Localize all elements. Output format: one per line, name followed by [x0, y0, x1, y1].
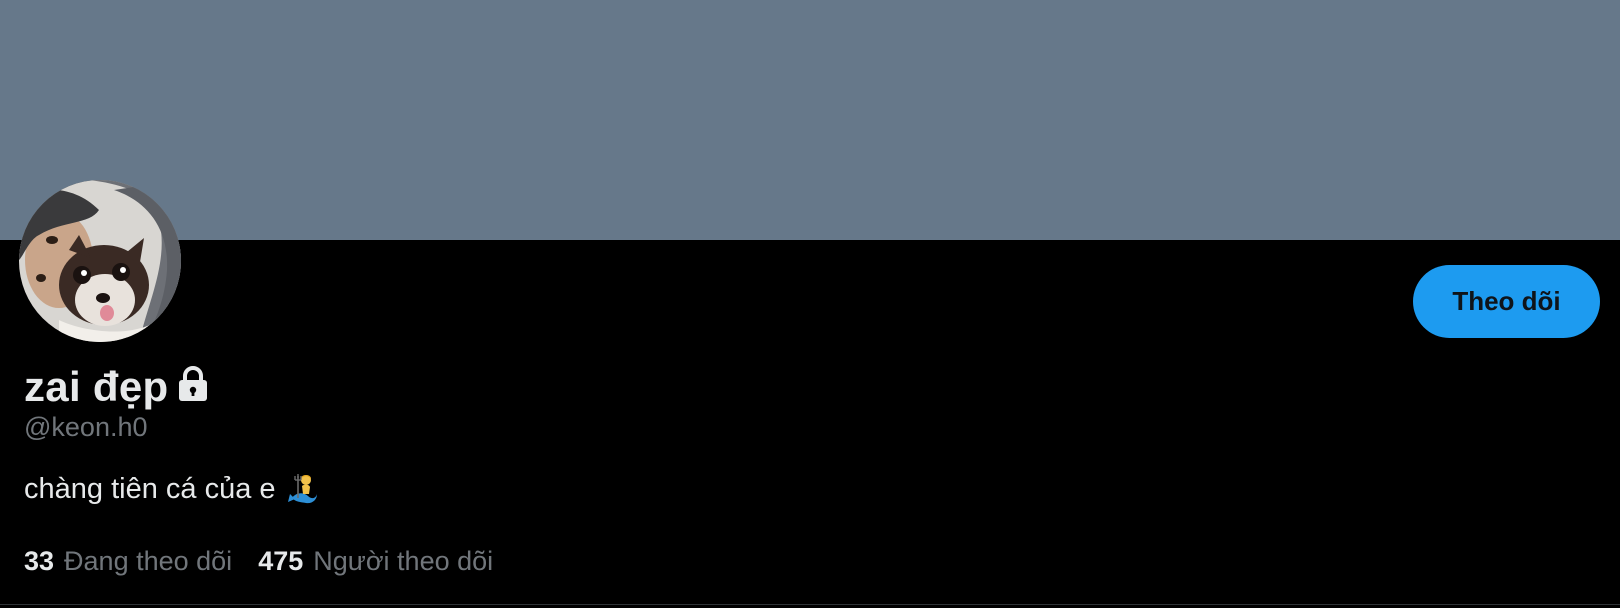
- followers-label: Người theo dõi: [313, 546, 494, 576]
- followers-count: 475: [258, 546, 304, 576]
- profile-page: Theo dõi zai đẹp @keon.h0 chàng tiên cá …: [0, 0, 1620, 608]
- divider: [0, 604, 1620, 605]
- display-name: zai đẹp: [24, 363, 169, 410]
- profile-stats: 33 Đang theo dõi 475 Người theo dõi: [24, 546, 519, 577]
- profile-banner[interactable]: [0, 0, 1620, 240]
- bio-text: chàng tiên cá của e: [24, 472, 276, 505]
- follow-button[interactable]: Theo dõi: [1413, 265, 1600, 338]
- profile-bio: chàng tiên cá của e: [24, 472, 320, 506]
- lock-icon: [176, 366, 210, 402]
- following-label: Đang theo dõi: [64, 546, 233, 576]
- avatar-photo: [19, 180, 181, 342]
- avatar[interactable]: [19, 180, 181, 342]
- following-link[interactable]: 33 Đang theo dõi: [24, 546, 232, 577]
- merman-icon: [286, 472, 320, 506]
- profile-handle: @keon.h0: [24, 412, 148, 442]
- following-count: 33: [24, 546, 55, 576]
- profile-name-row: zai đẹp: [24, 362, 210, 412]
- followers-link[interactable]: 475 Người theo dõi: [258, 546, 493, 577]
